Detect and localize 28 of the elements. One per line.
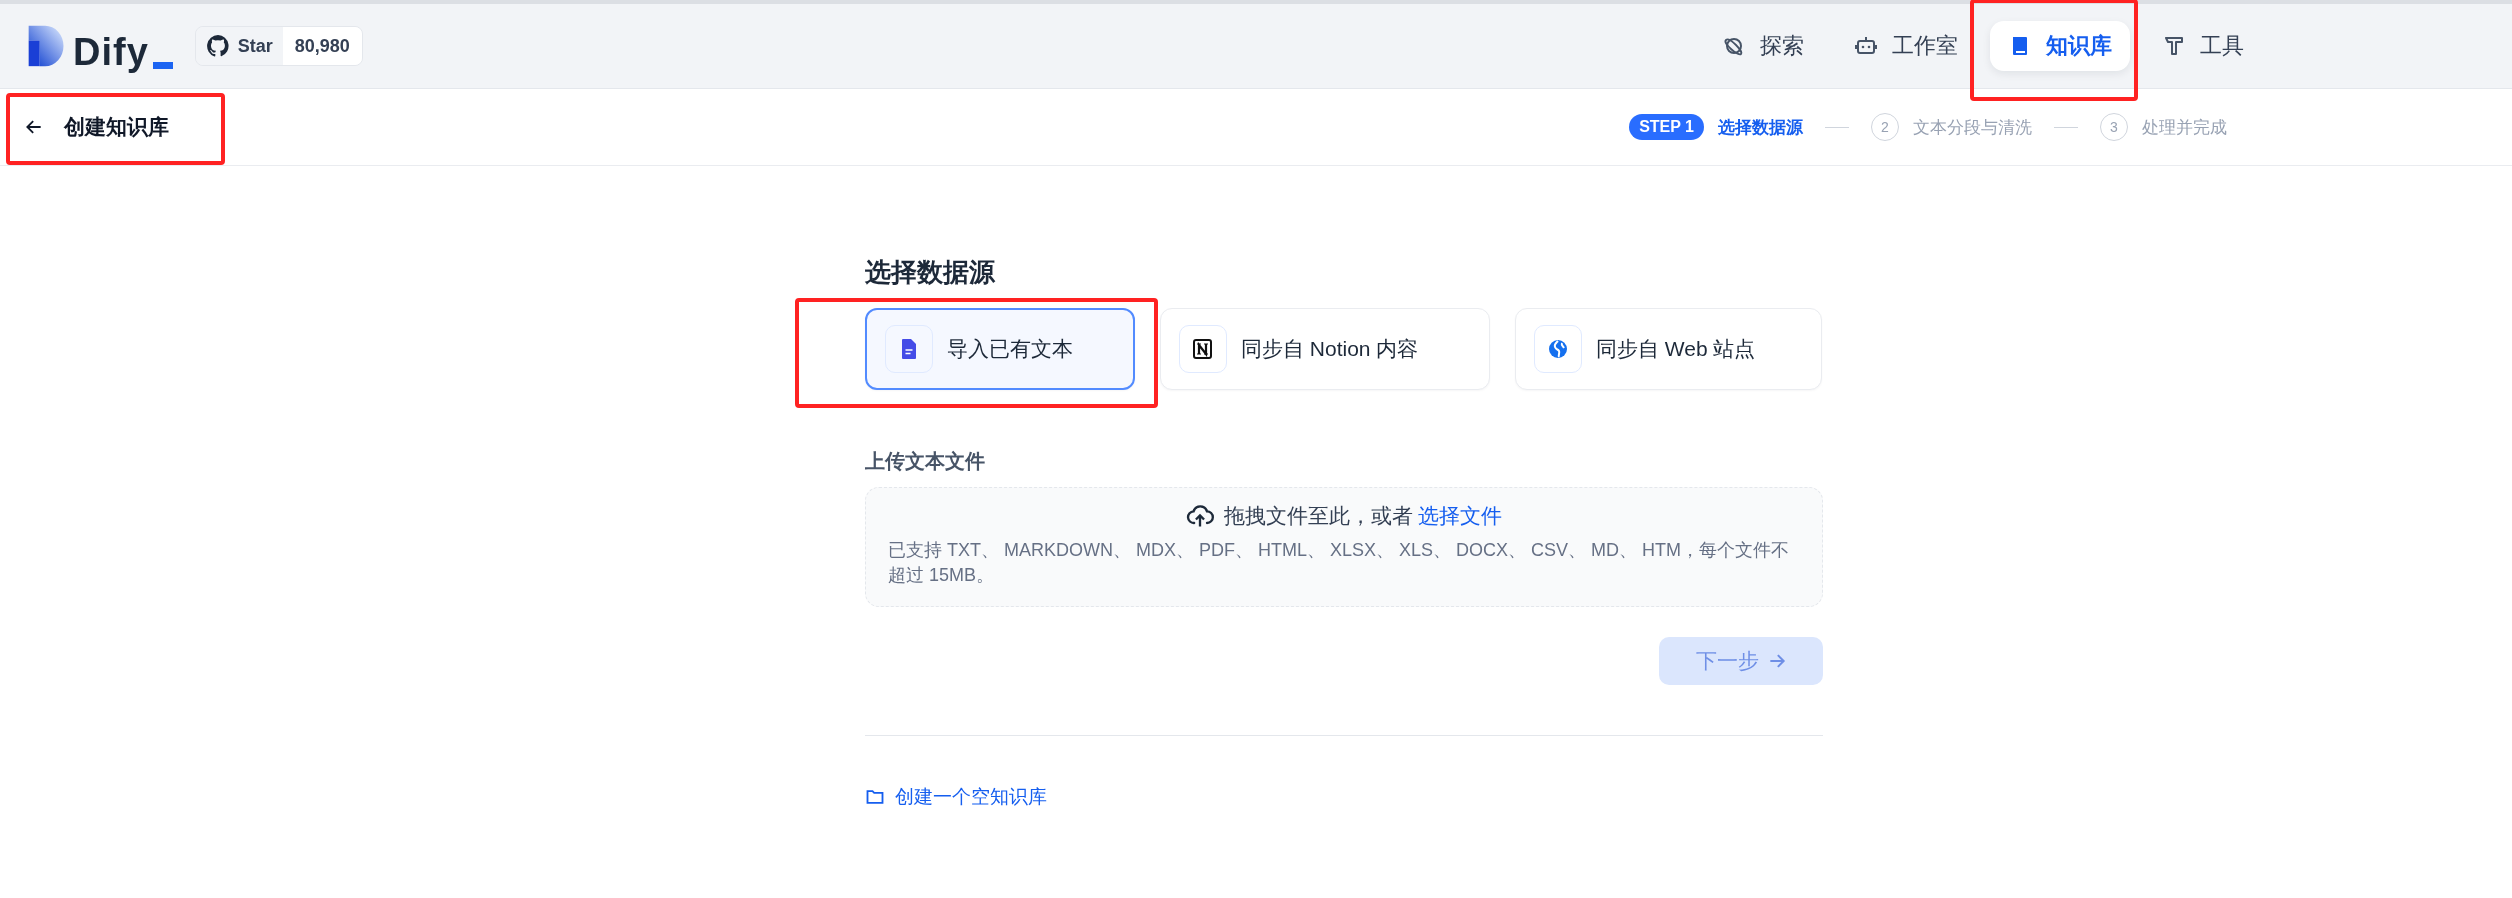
hammer-icon: [2162, 34, 2186, 58]
source-card[interactable]: 同步自 Notion 内容: [1160, 308, 1490, 390]
nav-tab[interactable]: 探索: [1704, 21, 1822, 71]
supported-formats-text: 已支持 TXT、 MARKDOWN、 MDX、 PDF、 HTML、 XLSX、 XLS、 DOCX、 CSV、 MD、 HTM，每个文件不超过 15MB。: [888, 539, 1791, 588]
github-icon: [205, 34, 230, 58]
nav-tab[interactable]: 工具: [2144, 21, 2262, 71]
step-label: 选择数据源: [1718, 116, 1803, 139]
cloud-upload-icon: [1185, 502, 1214, 530]
create-empty-link[interactable]: 创建一个空知识库: [865, 784, 1047, 810]
step-badge: STEP 1: [1629, 114, 1704, 140]
source-card[interactable]: 同步自 Web 站点: [1515, 308, 1822, 390]
nav-tab[interactable]: 工作室: [1836, 21, 1976, 71]
drop-text: 拖拽文件至此，或者 选择文件: [1223, 503, 1503, 529]
page-title: 创建知识库: [64, 114, 169, 140]
step-label: 文本分段与清洗: [1913, 116, 2032, 139]
step-label: 处理并完成: [2142, 116, 2227, 139]
drop-zone[interactable]: 拖拽文件至此，或者 选择文件 已支持 TXT、 MARKDOWN、 MDX、 PDF、 HTML、 XLSX、 XLS、 DOCX、 CSV、 MD、 HTM，每个文件不超过 15MB。: [865, 487, 1823, 607]
upload-label: 上传文本文件: [865, 449, 986, 474]
folder-icon: [865, 787, 885, 807]
github-star-button[interactable]: Star 80,980: [194, 26, 363, 66]
source-card[interactable]: 导入已有文本: [865, 308, 1135, 390]
logo-text: Dify: [73, 33, 149, 71]
browse-link[interactable]: 选择文件: [1418, 504, 1503, 527]
globe-icon: [1546, 337, 1570, 361]
nav-tab[interactable]: 知识库: [1990, 21, 2130, 71]
notion-icon: [1191, 337, 1215, 361]
cursor-mark: [152, 62, 173, 69]
section-title: 选择数据源: [865, 256, 996, 289]
